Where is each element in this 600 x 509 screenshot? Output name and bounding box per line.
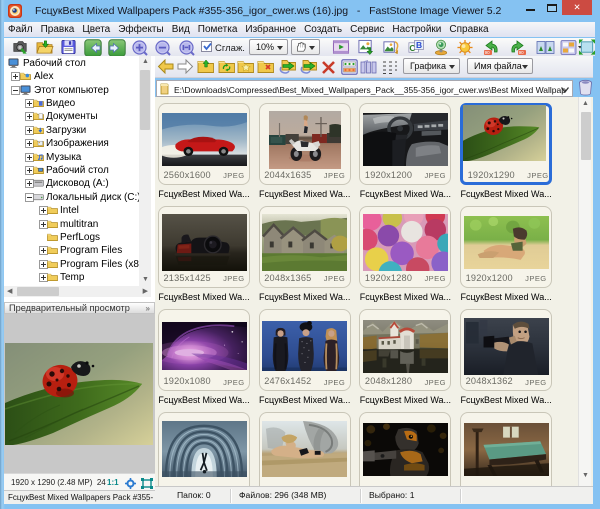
- svg-text:90: 90: [485, 50, 491, 55]
- svg-text:90: 90: [519, 50, 525, 55]
- svg-text:B: B: [416, 40, 422, 50]
